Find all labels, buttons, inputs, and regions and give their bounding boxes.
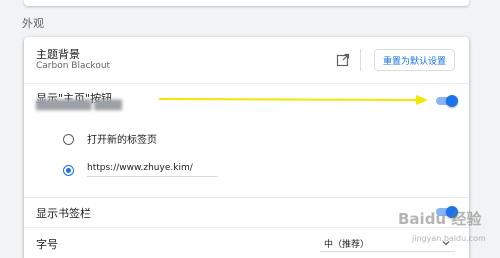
toggle-knob xyxy=(446,95,458,107)
watermark: Baidu 经验 xyxy=(398,210,482,228)
theme-value: Carbon Blackout xyxy=(36,61,111,71)
annotation-arrow xyxy=(158,95,428,105)
divider xyxy=(24,83,469,84)
home-button-toggle[interactable] xyxy=(434,94,458,108)
font-size-value: 中（推荐） xyxy=(324,240,370,250)
vertical-separator xyxy=(360,49,361,71)
home-url-input[interactable] xyxy=(87,159,218,177)
reset-theme-button[interactable]: 重置为默认设置 xyxy=(374,49,455,71)
external-link-icon[interactable] xyxy=(336,53,350,67)
watermark-url: jingyan.baidu.com xyxy=(412,234,486,243)
blurred-text: ████████ ████ xyxy=(36,101,122,111)
theme-label: 主题背景 xyxy=(36,48,80,61)
radio-new-tab-label: 打开新的标签页 xyxy=(87,135,157,146)
radio-custom-url[interactable] xyxy=(63,165,74,176)
radio-new-tab[interactable] xyxy=(63,134,74,145)
divider xyxy=(24,197,469,198)
section-title: 外观 xyxy=(22,17,44,30)
font-size-label: 字号 xyxy=(36,238,58,251)
bookmarks-bar-label: 显示书签栏 xyxy=(36,207,91,220)
previous-card xyxy=(24,0,469,6)
